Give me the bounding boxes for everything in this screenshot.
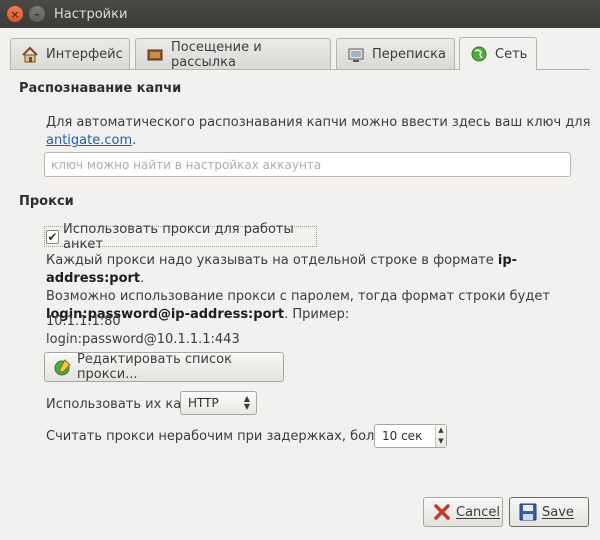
captcha-description: Для автоматического распознавания капчи … — [46, 114, 590, 150]
captcha-description-text: Для автоматического распознавания капчи … — [46, 115, 591, 130]
proxy-type-value: HTTP — [188, 396, 219, 410]
minimize-window-icon[interactable]: – — [29, 6, 45, 22]
cancel-button[interactable]: Cancel — [423, 497, 503, 527]
window-title: Настройки — [54, 7, 128, 22]
timeout-label: Считать прокси нерабочим при задержках, … — [46, 429, 402, 444]
proxy-desc-line3-suffix: . Пример: — [284, 307, 350, 322]
use-proxy-checkbox-row[interactable]: ✔ Использовать прокси для работы анкет — [44, 222, 317, 252]
edit-proxy-list-button[interactable]: Редактировать список прокси... — [44, 352, 284, 382]
proxy-section-title: Прокси — [19, 194, 74, 209]
tab-label: Переписка — [372, 47, 446, 62]
tab-visits-mailing[interactable]: Посещение и рассылка — [135, 38, 331, 70]
captcha-section-title: Распознавание капчи — [19, 81, 182, 96]
captcha-key-input[interactable] — [44, 152, 571, 177]
cancel-label: Cancel — [456, 504, 501, 520]
antigate-link[interactable]: antigate.com — [46, 133, 132, 148]
tab-messages[interactable]: Переписка — [336, 38, 455, 70]
edit-proxy-list-label: Редактировать список прокси... — [77, 352, 232, 382]
proxy-type-select[interactable]: HTTP ▲ ▼ — [180, 391, 257, 415]
spin-arrows-icon[interactable]: ▲ ▼ — [435, 425, 446, 447]
use-proxy-checkbox[interactable]: ✔ — [46, 229, 60, 244]
use-as-label: Использовать их как — [46, 397, 190, 412]
proxy-format-description: Каждый прокси надо указывать на отдельно… — [46, 252, 586, 324]
save-label: Save — [542, 504, 574, 520]
home-icon — [21, 46, 39, 64]
proxy-example-2: login:password@10.1.1.1:443 — [46, 332, 240, 347]
proxy-example-1: 10.1.1.1:80 — [46, 314, 121, 329]
edit-network-icon — [53, 357, 73, 377]
tab-interface[interactable]: Интерфейс — [10, 38, 130, 70]
timeout-value: 10 сек — [382, 429, 423, 443]
combo-arrows-icon: ▲ ▼ — [243, 394, 250, 411]
save-button[interactable]: Save — [509, 497, 589, 527]
title-bar: × – Настройки — [0, 0, 600, 28]
tab-network[interactable]: Сеть — [459, 37, 537, 70]
tab-label: Посещение и рассылка — [171, 39, 262, 70]
timeout-spinbutton[interactable]: 10 сек ▲ ▼ — [374, 424, 447, 448]
tab-label: Сеть — [495, 46, 528, 62]
save-floppy-icon — [518, 502, 538, 522]
monitor-icon — [347, 46, 365, 64]
use-proxy-label: Использовать прокси для работы анкет — [63, 221, 294, 252]
proxy-desc-line1-suffix: . — [140, 271, 145, 286]
tab-label: Интерфейс — [46, 47, 123, 62]
cancel-x-icon — [432, 502, 452, 522]
close-window-icon[interactable]: × — [7, 6, 23, 22]
proxy-desc-line1: Каждый прокси надо указывать на отдельно… — [46, 253, 498, 268]
captcha-link-suffix: . — [132, 133, 137, 148]
proxy-desc-line2: Возможно использование прокси с паролем,… — [46, 289, 550, 304]
network-globe-icon — [470, 45, 488, 63]
mail-icon — [146, 46, 164, 64]
